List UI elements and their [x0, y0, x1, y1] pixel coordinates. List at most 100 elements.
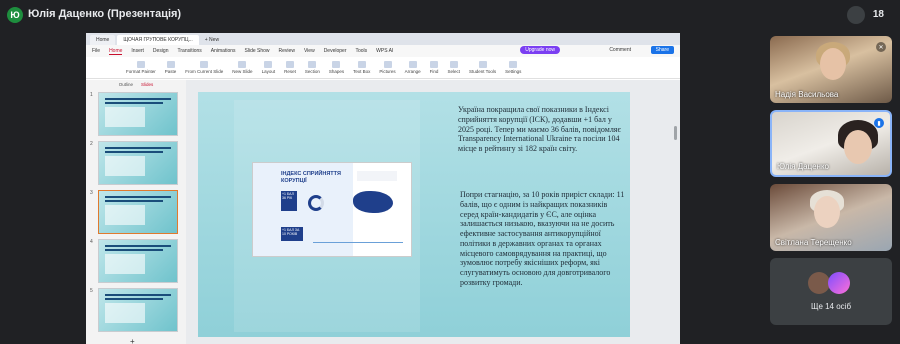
section-button[interactable]: Section — [305, 61, 320, 74]
paste-button[interactable]: Paste — [165, 61, 176, 74]
shared-screen: Home ЩОЧАЯ ГРУПОВЕ КОРУПЦ... + New File … — [86, 33, 680, 344]
thumbnail-image — [98, 141, 178, 185]
avatar — [808, 272, 830, 294]
participant-face — [820, 48, 846, 80]
slide-thumbnail[interactable]: 2 — [90, 141, 182, 185]
tab-slides[interactable]: Slides — [141, 82, 153, 90]
gear-icon — [509, 61, 518, 68]
slide[interactable]: ІНДЕКС СПРИЙНЯТТЯ КОРУПЦІЇ +1 БАЛ 36 РІК… — [198, 92, 630, 337]
ribbon-tab-view[interactable]: View — [304, 48, 315, 54]
participant-face — [844, 130, 872, 164]
reset-icon — [285, 61, 294, 68]
slide-number: 2 — [90, 141, 93, 147]
infographic-badge: +1 БАЛ 36 РІК — [281, 191, 297, 211]
slide-text-top[interactable]: Україна покращила свої показники в Індек… — [458, 105, 626, 154]
upgrade-button[interactable]: Upgrade now — [520, 46, 560, 54]
play-icon — [200, 61, 209, 68]
slide-thumbnail-selected[interactable]: 3 — [90, 190, 182, 234]
infographic-badge: +1 БАЛ ЗА 10 РОКІВ — [281, 227, 303, 241]
picture-icon — [383, 61, 392, 68]
ribbon-tab-animations[interactable]: Animations — [211, 48, 236, 54]
new-slide-button[interactable]: New Slide — [232, 61, 253, 74]
arrange-icon — [408, 61, 417, 68]
reset-button[interactable]: Reset — [284, 61, 296, 74]
shapes-icon — [332, 61, 341, 68]
slide-canvas: ІНДЕКС СПРИЙНЯТТЯ КОРУПЦІЇ +1 БАЛ 36 РІК… — [186, 80, 680, 344]
infographic-title: ІНДЕКС СПРИЙНЯТТЯ КОРУПЦІЇ — [281, 171, 341, 184]
thumbnail-image — [98, 190, 178, 234]
more-participants-label: Ще 14 осіб — [810, 302, 852, 311]
donut-icon — [308, 195, 324, 211]
thumbnail-image — [98, 92, 178, 136]
participant-tile[interactable]: ✕ Надія Васильова — [770, 36, 892, 103]
slide-thumbnail[interactable]: 1 — [90, 92, 182, 136]
participant-count[interactable]: 18 — [873, 9, 884, 20]
slide-icon — [238, 61, 247, 68]
participant-tile[interactable]: ▮ Юлія Даценко — [770, 110, 892, 177]
text-box-button[interactable]: Text Box — [353, 61, 370, 74]
slide-thumbnail[interactable]: 4 — [90, 239, 182, 283]
ribbon-tab-slideshow[interactable]: Slide Show — [245, 48, 270, 54]
avatar — [828, 272, 850, 294]
vertical-scrollbar[interactable] — [673, 86, 678, 336]
participant-name: Юлія Даценко — [777, 162, 829, 171]
from-current-slide-button[interactable]: From Current Slide — [185, 61, 223, 74]
share-button[interactable]: Share — [650, 46, 674, 54]
ribbon-tab-wps-ai[interactable]: WPS AI — [376, 48, 393, 54]
slide-thumbnail[interactable]: 5 — [90, 288, 182, 332]
logo — [357, 171, 397, 181]
arrange-button[interactable]: Arrange — [405, 61, 421, 74]
brush-icon — [136, 61, 145, 68]
ribbon-tab-design[interactable]: Design — [153, 48, 169, 54]
add-slide-icon[interactable]: + — [130, 337, 135, 344]
new-tab-button[interactable]: + New — [201, 35, 223, 45]
top-bar: Ю Юлія Даценко (Презентація) 18 — [0, 0, 900, 30]
search-icon — [430, 61, 439, 68]
ribbon-tab-insert[interactable]: Insert — [131, 48, 144, 54]
pictures-button[interactable]: Pictures — [379, 61, 396, 74]
slide-number: 3 — [90, 190, 93, 196]
participant-tile[interactable]: Світлана Терещенко — [770, 184, 892, 251]
slide-number: 1 — [90, 92, 93, 98]
infographic-image[interactable]: ІНДЕКС СПРИЙНЯТТЯ КОРУПЦІЇ +1 БАЛ 36 РІК… — [252, 162, 412, 257]
thumbnail-image — [98, 288, 178, 332]
thumbnail-image — [98, 239, 178, 283]
participant-name: Надія Васильова — [775, 90, 839, 99]
textbox-icon — [357, 61, 366, 68]
tab-home[interactable]: Home — [90, 35, 116, 45]
shapes-button[interactable]: Shapes — [329, 61, 344, 74]
ribbon-tab-review[interactable]: Review — [279, 48, 295, 54]
scrollbar-thumb[interactable] — [674, 126, 677, 140]
find-button[interactable]: Find — [430, 61, 439, 74]
trend-line — [313, 233, 403, 243]
slide-panel: Outline Slides 1 2 3 4 5 + — [86, 80, 186, 344]
more-participants-tile[interactable]: Ще 14 осіб — [770, 258, 892, 325]
ribbon-tab-tools[interactable]: Tools — [355, 48, 367, 54]
ribbon-tab-file[interactable]: File — [92, 48, 100, 54]
ukraine-map-icon — [353, 191, 393, 213]
tab-document[interactable]: ЩОЧАЯ ГРУПОВЕ КОРУПЦ... — [117, 35, 199, 45]
cursor-icon — [449, 61, 458, 68]
ribbon-tab-transitions[interactable]: Transitions — [178, 48, 202, 54]
mic-off-icon: ✕ — [876, 42, 886, 52]
participant-name: Світлана Терещенко — [775, 238, 852, 247]
clipboard-icon — [166, 61, 175, 68]
student-tools-button[interactable]: Student Tools — [469, 61, 496, 74]
participant-face — [814, 196, 840, 228]
layout-button[interactable]: Layout — [262, 61, 275, 74]
ribbon-tab-home[interactable]: Home — [109, 48, 123, 55]
presenter-label: Юлія Даценко (Презентація) — [28, 8, 182, 20]
panel-tabs: Outline Slides — [86, 80, 186, 90]
comment-button[interactable]: Comment — [609, 47, 631, 53]
format-painter-button[interactable]: Format Painter — [126, 61, 156, 74]
section-icon — [308, 61, 317, 68]
settings-button[interactable]: Settings — [505, 61, 521, 74]
participants-icon[interactable] — [847, 6, 865, 24]
tab-outline[interactable]: Outline — [119, 82, 133, 90]
ribbon-tab-developer[interactable]: Developer — [324, 48, 347, 54]
select-button[interactable]: Select — [447, 61, 460, 74]
slide-text-bottom[interactable]: Попри стагнацію, за 10 років приріст скл… — [460, 190, 626, 288]
layout-icon — [264, 61, 273, 68]
presenter-avatar: Ю — [7, 7, 23, 23]
ribbon-right: Comment — [603, 47, 640, 53]
